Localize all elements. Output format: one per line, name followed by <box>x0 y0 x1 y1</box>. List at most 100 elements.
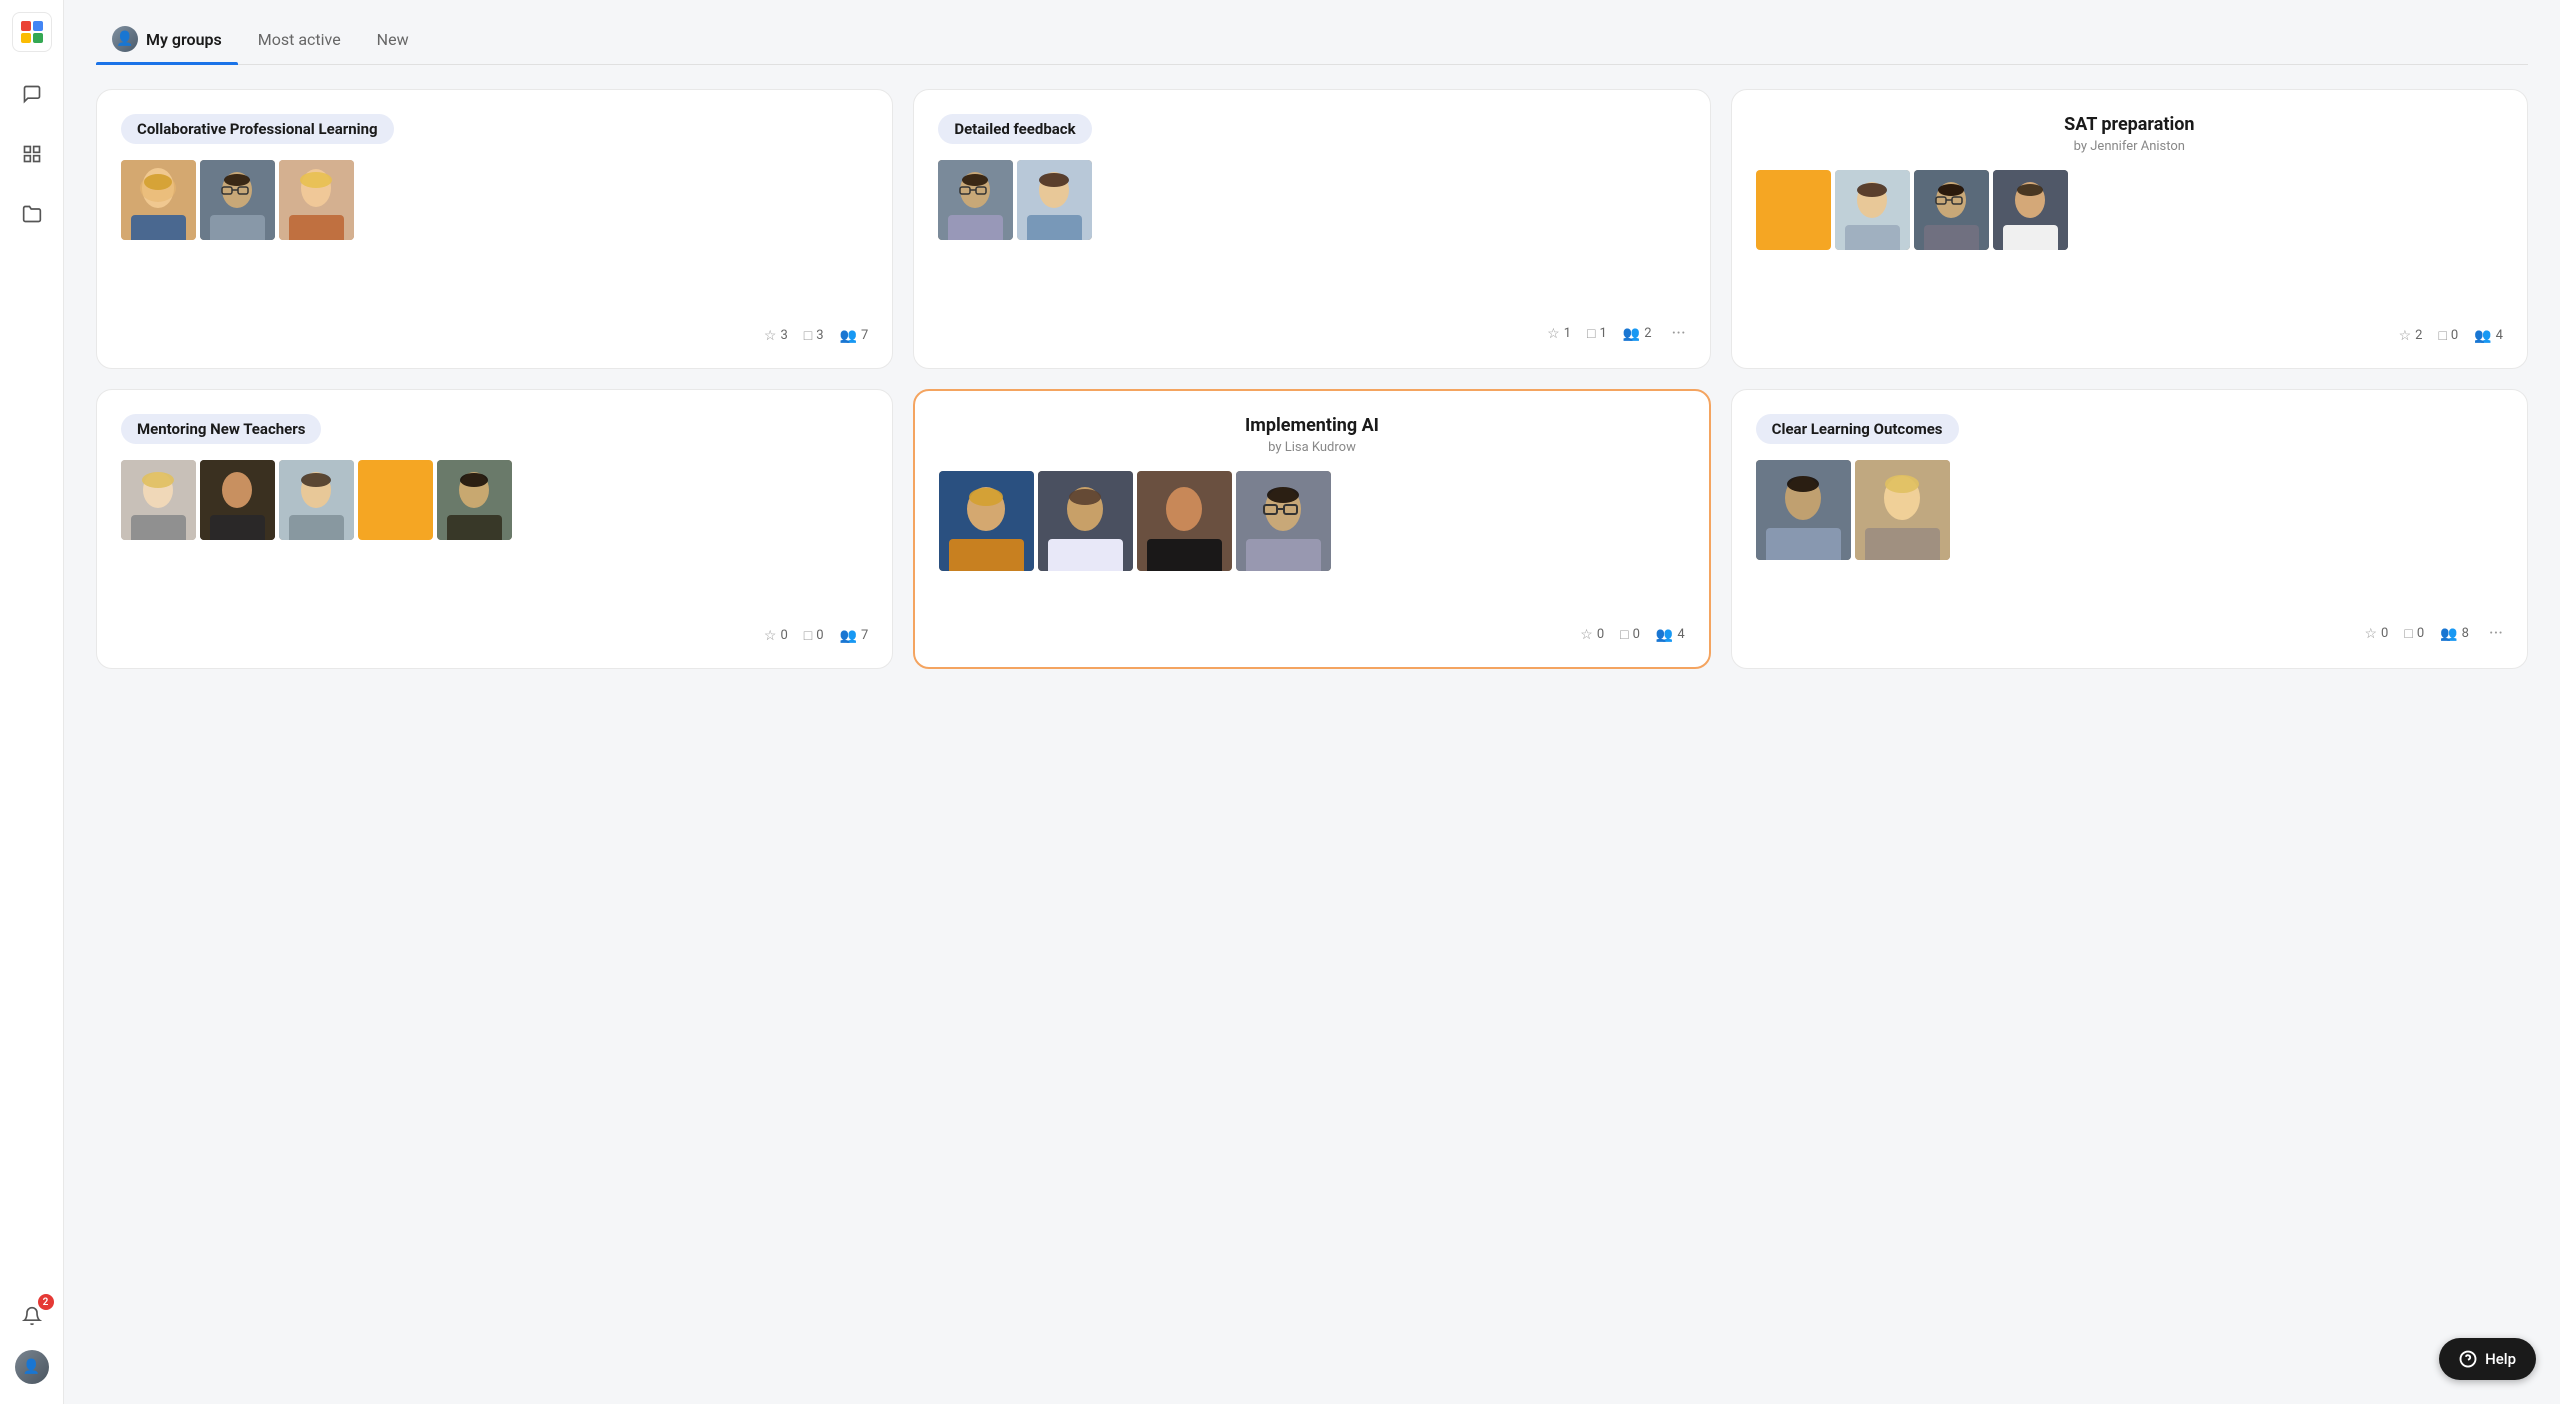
group-card-collaborative[interactable]: Collaborative Professional Learning <box>96 89 893 369</box>
member-image <box>939 471 1034 571</box>
card-images <box>939 471 1684 571</box>
group-card-sat-prep[interactable]: SAT preparation by Jennifer Aniston <box>1731 89 2528 369</box>
logo-dot-blue <box>33 21 43 31</box>
card-subtitle: by Lisa Kudrow <box>939 440 1684 455</box>
card-title: Collaborative Professional Learning <box>121 114 394 144</box>
card-subtitle: by Jennifer Aniston <box>1756 139 2503 154</box>
tabs-bar: 👤 My groups Most active New <box>96 0 2528 65</box>
members-icon: 👥 <box>2440 626 2457 642</box>
sidebar-top <box>12 12 52 232</box>
group-card-mentoring[interactable]: Mentoring New Teachers <box>96 389 893 669</box>
comment-icon: □ <box>1587 325 1595 342</box>
members-count: 2 <box>1644 326 1651 341</box>
groups-grid: Collaborative Professional Learning <box>96 89 2528 689</box>
members-count: 7 <box>861 628 868 643</box>
stars-stat: ☆ 3 <box>764 328 788 344</box>
member-image <box>938 160 1013 240</box>
stars-stat: ☆ 0 <box>1580 627 1604 643</box>
members-count: 4 <box>2496 328 2503 343</box>
card-header: Implementing AI by Lisa Kudrow <box>939 415 1684 471</box>
member-image <box>437 460 512 540</box>
members-icon: 👥 <box>840 628 857 644</box>
comment-count: 1 <box>1599 326 1606 341</box>
sidebar: 2 👤 <box>0 0 64 1404</box>
tab-avatar: 👤 <box>112 26 138 52</box>
card-footer: ☆ 2 □ 0 👥 4 <box>1756 315 2503 344</box>
group-card-implementing-ai[interactable]: Implementing AI by Lisa Kudrow <box>913 389 1710 669</box>
comment-icon: □ <box>804 627 812 644</box>
star-icon: ☆ <box>764 328 777 344</box>
member-image-orange <box>358 460 433 540</box>
star-count: 3 <box>780 328 787 343</box>
comment-count: 3 <box>816 328 823 343</box>
member-image <box>279 460 354 540</box>
comments-stat: □ 0 <box>804 627 824 644</box>
member-image <box>1993 170 2068 250</box>
stars-stat: ☆ 2 <box>2399 328 2423 344</box>
member-image <box>1756 460 1851 560</box>
members-stat: 👥 4 <box>2474 328 2503 344</box>
star-icon: ☆ <box>1580 627 1593 643</box>
tab-new[interactable]: New <box>361 20 425 61</box>
card-title: Clear Learning Outcomes <box>1756 414 1959 444</box>
comment-count: 0 <box>2417 626 2424 641</box>
members-icon: 👥 <box>1656 627 1673 643</box>
member-image <box>1038 471 1133 571</box>
members-icon: 👥 <box>840 328 857 344</box>
help-icon <box>2459 1350 2477 1368</box>
member-image <box>200 460 275 540</box>
card-images <box>1756 170 2503 250</box>
sidebar-item-chat[interactable] <box>14 76 50 112</box>
tab-my-groups[interactable]: 👤 My groups <box>96 16 238 64</box>
member-image <box>121 460 196 540</box>
card-images <box>1756 460 2503 560</box>
members-stat: 👥 2 <box>1623 326 1652 342</box>
tab-most-active-label: Most active <box>258 30 341 49</box>
comment-icon: □ <box>2404 625 2412 642</box>
star-icon: ☆ <box>2399 328 2412 344</box>
comment-icon: □ <box>804 327 812 344</box>
notification-badge: 2 <box>38 1294 54 1310</box>
members-icon: 👥 <box>1623 326 1640 342</box>
card-footer: ☆ 0 □ 0 👥 7 <box>121 615 868 644</box>
help-button[interactable]: Help <box>2439 1338 2536 1380</box>
notification-wrap: 2 <box>14 1298 50 1334</box>
star-count: 0 <box>780 628 787 643</box>
comments-stat: □ 0 <box>2438 327 2458 344</box>
comment-icon: □ <box>1620 626 1628 643</box>
sidebar-item-folder[interactable] <box>14 196 50 232</box>
main-content: 👤 My groups Most active New Collaborativ… <box>64 0 2560 1404</box>
tab-most-active[interactable]: Most active <box>242 20 357 61</box>
members-stat: 👥 4 <box>1656 627 1685 643</box>
star-count: 1 <box>1564 326 1571 341</box>
more-options-button[interactable]: ··· <box>2489 623 2503 644</box>
member-image <box>200 160 275 240</box>
card-images <box>121 160 868 240</box>
members-stat: 👥 7 <box>840 628 869 644</box>
card-title: SAT preparation <box>1756 114 2503 135</box>
star-count: 0 <box>1597 627 1604 642</box>
more-options-button[interactable]: ··· <box>1672 323 1686 344</box>
card-title: Detailed feedback <box>938 114 1091 144</box>
logo-dot-yellow <box>21 33 31 43</box>
member-image <box>279 160 354 240</box>
card-footer: ☆ 0 □ 0 👥 8 ··· <box>1756 611 2503 644</box>
group-card-clear-learning[interactable]: Clear Learning Outcomes <box>1731 389 2528 669</box>
member-image <box>1137 471 1232 571</box>
sidebar-item-grid[interactable] <box>14 136 50 172</box>
member-image-orange <box>1756 170 1831 250</box>
member-image <box>1017 160 1092 240</box>
user-avatar[interactable]: 👤 <box>15 1350 49 1384</box>
tab-new-label: New <box>377 30 409 49</box>
group-card-detailed-feedback[interactable]: Detailed feedback <box>913 89 1710 369</box>
stars-stat: ☆ 0 <box>2364 626 2388 642</box>
members-stat: 👥 8 <box>2440 626 2469 642</box>
member-image <box>1835 170 1910 250</box>
member-image <box>121 160 196 240</box>
card-title: Mentoring New Teachers <box>121 414 321 444</box>
logo[interactable] <box>12 12 52 52</box>
comments-stat: □ 3 <box>804 327 824 344</box>
comments-stat: □ 0 <box>1620 626 1640 643</box>
star-icon: ☆ <box>2364 626 2377 642</box>
comment-count: 0 <box>1633 627 1640 642</box>
